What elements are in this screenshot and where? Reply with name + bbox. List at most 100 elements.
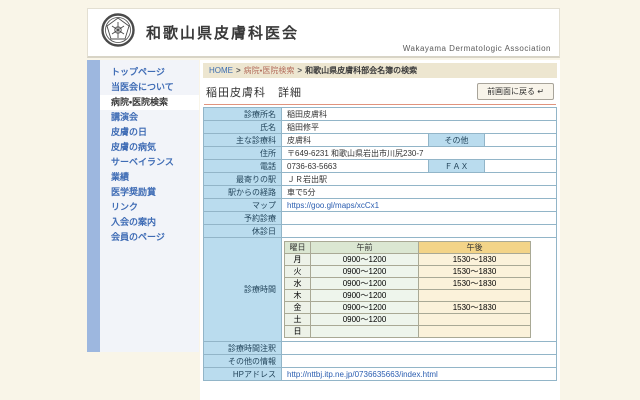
schedule-row-mon: 月 0900～1200 1530～1830	[285, 254, 531, 266]
schedule-day: 土	[285, 314, 311, 326]
schedule-row-thu: 木 0900～1200	[285, 290, 531, 302]
schedule-day: 月	[285, 254, 311, 266]
table-row: 診療時間 曜日 午前 午後 月 0900	[204, 238, 557, 342]
sidebar-item-medical-award[interactable]: 医学奨励賞	[100, 185, 199, 200]
detail-value-doctor-name: 稲田修平	[282, 121, 557, 134]
schedule-am: 0900～1200	[311, 290, 419, 302]
schedule-header-am: 午前	[311, 242, 419, 254]
detail-value-department: 皮膚科	[282, 134, 429, 147]
schedule-pm: 1530～1830	[419, 266, 531, 278]
detail-value-phone: 0736-63-5663	[282, 160, 429, 173]
association-logo-icon	[100, 12, 136, 53]
detail-label: HPアドレス	[204, 368, 282, 381]
detail-value-closed-days	[282, 225, 557, 238]
breadcrumb-separator: >	[236, 66, 241, 75]
detail-label: 駅からの経路	[204, 186, 282, 199]
detail-label: 電話	[204, 160, 282, 173]
detail-label: 最寄りの駅	[204, 173, 282, 186]
detail-label: 休診日	[204, 225, 282, 238]
map-link[interactable]: https://goo.gl/maps/xcCx1	[287, 201, 379, 210]
sidebar-item-achievements[interactable]: 業績	[100, 170, 199, 185]
return-arrow-icon: ↵	[537, 87, 544, 96]
content-area: トップページ 当医会について 病院・医院検索 講演会 皮膚の日 皮膚の病気 サー…	[87, 60, 560, 400]
schedule-pm: 1530～1830	[419, 254, 531, 266]
detail-value-other-info	[282, 355, 557, 368]
breadcrumb-section-link[interactable]: 病院・医院検索	[244, 66, 295, 75]
back-button[interactable]: 前画面に戻る ↵	[477, 83, 554, 100]
clinic-details-table: 診療所名 稲田皮膚科 氏名 稲田修平 主な診療科 皮膚科 その他 住所 〒649…	[203, 107, 557, 381]
detail-sublabel-fax: ＦＡＸ	[428, 160, 484, 173]
schedule-pm	[419, 290, 531, 302]
table-row: HPアドレス http://nttbj.itp.ne.jp/0736635663…	[204, 368, 557, 381]
sidebar: トップページ 当医会について 病院・医院検索 講演会 皮膚の日 皮膚の病気 サー…	[87, 60, 199, 352]
schedule-header-day: 曜日	[285, 242, 311, 254]
sidebar-item-top-page[interactable]: トップページ	[100, 65, 199, 80]
detail-subvalue-fax	[484, 160, 556, 173]
table-row: 予約診療	[204, 212, 557, 225]
sidebar-item-members-page[interactable]: 会員のページ	[100, 230, 199, 245]
detail-label: 主な診療科	[204, 134, 282, 147]
detail-value-clinic-name: 稲田皮膚科	[282, 108, 557, 121]
site-header: 和歌山県皮膚科医会 Wakayama Dermatologic Associat…	[87, 8, 560, 58]
detail-label: 予約診療	[204, 212, 282, 225]
breadcrumb: HOME>病院・医院検索>和歌山県皮膚科部会名簿の検索	[203, 63, 557, 78]
schedule-am: 0900～1200	[311, 302, 419, 314]
sidebar-item-hospital-search[interactable]: 病院・医院検索	[100, 95, 199, 110]
detail-label: その他の情報	[204, 355, 282, 368]
breadcrumb-current: 和歌山県皮膚科部会名簿の検索	[305, 66, 417, 75]
sidebar-item-membership[interactable]: 入会の案内	[100, 215, 199, 230]
page-container: 和歌山県皮膚科医会 Wakayama Dermatologic Associat…	[87, 0, 560, 400]
schedule-am	[311, 326, 419, 338]
schedule-table: 曜日 午前 午後 月 0900～1200 1530～1830	[284, 241, 531, 338]
sidebar-item-skin-diseases[interactable]: 皮膚の病気	[100, 140, 199, 155]
detail-subvalue-other	[484, 134, 556, 147]
back-button-label: 前画面に戻る	[487, 87, 535, 96]
table-row: 休診日	[204, 225, 557, 238]
detail-label-hours: 診療時間	[204, 238, 282, 342]
detail-value-homepage: http://nttbj.itp.ne.jp/0736635663/index.…	[282, 368, 557, 381]
sidebar-item-skin-day[interactable]: 皮膚の日	[100, 125, 199, 140]
schedule-pm	[419, 314, 531, 326]
schedule-row-sun: 日	[285, 326, 531, 338]
table-row: 住所 〒649-6231 和歌山県岩出市川尻230-7	[204, 147, 557, 160]
table-row: 駅からの経路 車で5分	[204, 186, 557, 199]
schedule-day: 水	[285, 278, 311, 290]
sidebar-item-links[interactable]: リンク	[100, 200, 199, 215]
detail-sublabel-other: その他	[428, 134, 484, 147]
table-row: マップ https://goo.gl/maps/xcCx1	[204, 199, 557, 212]
schedule-header-pm: 午後	[419, 242, 531, 254]
detail-value-address: 〒649-6231 和歌山県岩出市川尻230-7	[282, 147, 557, 160]
main-panel: HOME>病院・医院検索>和歌山県皮膚科部会名簿の検索 稲田皮膚科 詳細 前画面…	[200, 60, 560, 400]
schedule-pm: 1530～1830	[419, 278, 531, 290]
table-row: 診療時間注釈	[204, 342, 557, 355]
sidebar-item-about[interactable]: 当医会について	[100, 80, 199, 95]
title-row: 稲田皮膚科 詳細 前画面に戻る ↵	[203, 78, 557, 104]
site-title: 和歌山県皮膚科医会	[146, 22, 299, 43]
table-row: 氏名 稲田修平	[204, 121, 557, 134]
schedule-row-sat: 土 0900～1200	[285, 314, 531, 326]
detail-label: 診療時間注釈	[204, 342, 282, 355]
schedule-day: 火	[285, 266, 311, 278]
sidebar-item-lectures[interactable]: 講演会	[100, 110, 199, 125]
schedule-row-tue: 火 0900～1200 1530～1830	[285, 266, 531, 278]
breadcrumb-home-link[interactable]: HOME	[209, 66, 233, 75]
detail-label: 住所	[204, 147, 282, 160]
detail-value-station: ＪＲ岩出駅	[282, 173, 557, 186]
sidebar-menu: トップページ 当医会について 病院・医院検索 講演会 皮膚の日 皮膚の病気 サー…	[100, 60, 199, 352]
schedule-am: 0900～1200	[311, 314, 419, 326]
table-row: 最寄りの駅 ＪＲ岩出駅	[204, 173, 557, 186]
schedule-header-row: 曜日 午前 午後	[285, 242, 531, 254]
table-row: 電話 0736-63-5663 ＦＡＸ	[204, 160, 557, 173]
page-title: 稲田皮膚科 詳細	[206, 84, 302, 100]
site-subtitle: Wakayama Dermatologic Association	[403, 44, 551, 53]
detail-label: 氏名	[204, 121, 282, 134]
schedule-row-fri: 金 0900～1200 1530～1830	[285, 302, 531, 314]
homepage-link[interactable]: http://nttbj.itp.ne.jp/0736635663/index.…	[287, 370, 438, 379]
sidebar-item-surveillance[interactable]: サーベイランス	[100, 155, 199, 170]
table-row: その他の情報	[204, 355, 557, 368]
detail-label: マップ	[204, 199, 282, 212]
schedule-am: 0900～1200	[311, 266, 419, 278]
sidebar-accent-bar	[87, 60, 100, 352]
detail-value-route: 車で5分	[282, 186, 557, 199]
schedule-am: 0900～1200	[311, 278, 419, 290]
